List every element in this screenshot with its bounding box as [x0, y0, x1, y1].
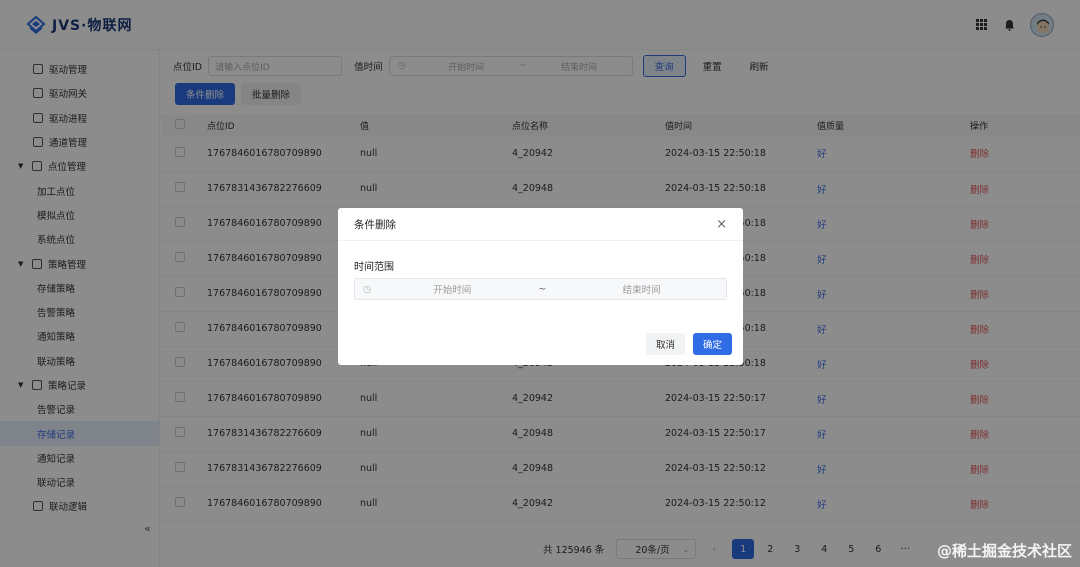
conditional-delete-dialog: 条件删除 × 时间范围 ◷ 开始时间 ~ 结束时间 取消 确定 [338, 208, 743, 365]
dialog-start-time-input[interactable]: 开始时间 [377, 282, 527, 296]
time-range-picker[interactable]: ◷ 开始时间 ~ 结束时间 [354, 278, 727, 300]
cancel-button[interactable]: 取消 [645, 333, 685, 355]
dialog-title: 条件删除 [354, 218, 396, 231]
dialog-body: 时间范围 ◷ 开始时间 ~ 结束时间 [338, 241, 743, 300]
watermark: @稀土掘金技术社区 [936, 542, 1072, 560]
dialog-header: 条件删除 × [338, 208, 743, 241]
clock-icon: ◷ [363, 283, 372, 295]
dialog-end-time-input[interactable]: 结束时间 [557, 282, 726, 296]
range-separator: ~ [538, 283, 547, 295]
dialog-footer: 取消 确定 [645, 333, 732, 355]
confirm-button[interactable]: 确定 [692, 333, 732, 355]
time-range-label: 时间范围 [354, 262, 394, 273]
close-icon[interactable]: × [716, 217, 727, 232]
